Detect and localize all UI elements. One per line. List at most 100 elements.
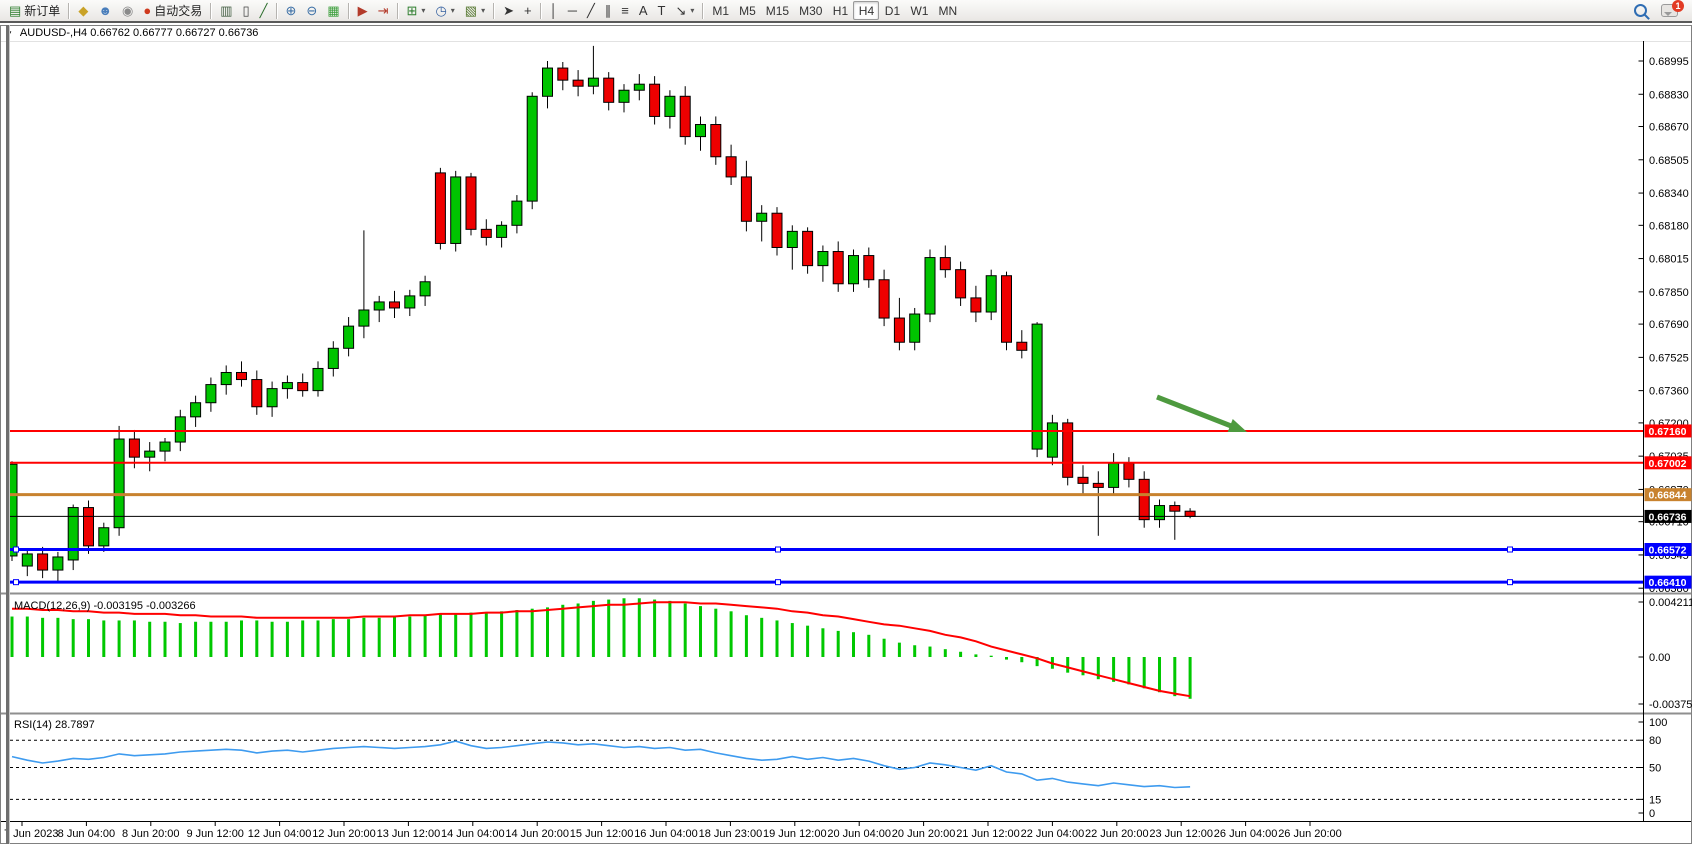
candle-body: [38, 554, 48, 570]
vertical-line-button[interactable]: │: [545, 1, 563, 20]
auto-trading-button[interactable]: ● 自动交易: [138, 1, 207, 20]
signal-button[interactable]: ◉: [117, 1, 138, 20]
chart-canvas[interactable]: 0.689950.688300.686700.685050.683400.681…: [0, 25, 1692, 844]
timeframe-m1-button[interactable]: M1: [707, 1, 734, 20]
toolbar-separator: [276, 3, 278, 19]
candle-body: [741, 177, 751, 221]
macd-bar: [378, 618, 381, 657]
text-icon: A: [639, 4, 648, 17]
candle-body: [757, 213, 767, 221]
timeframe-m5-button[interactable]: M5: [734, 1, 761, 20]
candle-body: [711, 125, 721, 157]
channel-button[interactable]: ∥: [600, 1, 617, 20]
macd-bar: [745, 615, 748, 657]
horizontal-line-button[interactable]: ─: [563, 1, 582, 20]
macd-bar: [393, 617, 396, 657]
search-icon[interactable]: [1634, 4, 1647, 17]
price-tick-label: 0.68995: [1649, 56, 1689, 68]
time-tick-label: 14 Jun 20:00: [505, 828, 569, 840]
periods-button[interactable]: ◷▾: [430, 1, 459, 20]
line-handle[interactable]: [14, 580, 19, 585]
label-icon: T: [658, 4, 666, 17]
macd-bar: [347, 619, 350, 657]
profile-icon: ☻: [98, 4, 112, 17]
chart-line-button[interactable]: ╱: [255, 1, 273, 20]
line-handle[interactable]: [776, 580, 781, 585]
macd-bar: [1005, 657, 1008, 660]
candle-body: [405, 296, 415, 308]
candle-body: [665, 96, 675, 116]
timeframe-mn-button[interactable]: MN: [933, 1, 962, 20]
cursor-button[interactable]: ➤: [498, 1, 519, 20]
tile-windows-button[interactable]: ▦: [322, 1, 344, 20]
chart-window[interactable]: 0.689950.688300.686700.685050.683400.681…: [0, 25, 1692, 844]
zoom-in-button[interactable]: ⊕: [281, 1, 302, 20]
candle-body: [191, 403, 201, 417]
auto-scroll-button[interactable]: ▶: [353, 1, 373, 20]
candle-body: [894, 318, 904, 342]
timeframe-m30-button[interactable]: M30: [794, 1, 827, 20]
chart-bars-button[interactable]: ▥: [215, 1, 237, 20]
cursor-icon: ➤: [503, 4, 514, 17]
chart-shift-button[interactable]: ⇥: [373, 1, 394, 20]
crosshair-button[interactable]: +: [519, 1, 537, 20]
zoom-out-button[interactable]: ⊖: [301, 1, 322, 20]
templates-button[interactable]: ▧▾: [460, 1, 490, 20]
macd-bar: [500, 611, 503, 657]
text-button[interactable]: A: [634, 1, 653, 20]
macd-bar: [102, 620, 105, 657]
chart-candles-button[interactable]: ▯: [238, 1, 255, 20]
price-tick-label: 0.68015: [1649, 254, 1689, 266]
price-tick-label: 0.67850: [1649, 287, 1689, 299]
candle-body: [252, 380, 262, 407]
macd-bar: [133, 620, 136, 657]
line-handle[interactable]: [776, 547, 781, 552]
macd-bar: [913, 645, 916, 657]
candle-body: [451, 177, 461, 244]
new-order-label: 新订单: [24, 2, 60, 19]
candle-body: [298, 383, 308, 391]
candle-body: [1170, 506, 1180, 512]
fibonacci-button[interactable]: ≡: [616, 1, 634, 20]
macd-bar: [362, 618, 365, 657]
macd-bar: [944, 649, 947, 657]
timeframe-h4-button[interactable]: H4: [853, 1, 879, 20]
timeframe-d1-button[interactable]: D1: [879, 1, 905, 20]
macd-bar: [1173, 657, 1176, 696]
macd-bar: [240, 620, 243, 657]
dropdown-caret-icon: ▾: [481, 6, 485, 15]
macd-bar: [470, 613, 473, 657]
line-handle[interactable]: [1508, 580, 1513, 585]
line-handle[interactable]: [14, 547, 19, 552]
indicators-icon: ⊞: [407, 4, 418, 17]
mql-editor-button[interactable]: ◆: [73, 1, 93, 20]
timeframe-m15-button[interactable]: M15: [761, 1, 794, 20]
time-tick-label: 15 Jun 12:00: [570, 828, 634, 840]
candle-body: [68, 508, 78, 560]
candle-body: [267, 389, 277, 407]
indicators-button[interactable]: ⊞▾: [402, 1, 431, 20]
candle-body: [956, 270, 966, 298]
candle-body: [634, 84, 644, 90]
time-tick-label: 26 Jun 04:00: [1214, 828, 1278, 840]
macd-bar: [867, 635, 870, 657]
candle-body: [1093, 483, 1103, 487]
candle-body: [1185, 511, 1195, 516]
candle-body: [833, 252, 843, 284]
macd-bar: [760, 618, 763, 657]
chart-frame: [1, 26, 1692, 844]
price-tick-label: 0.68670: [1649, 122, 1689, 134]
trendline-button[interactable]: ╱: [582, 1, 600, 20]
timeframe-h1-button[interactable]: H1: [827, 1, 853, 20]
arrows-button[interactable]: ↘▾: [671, 1, 700, 20]
new-order-button[interactable]: ▤ 新订单: [4, 1, 65, 20]
macd-bar: [883, 639, 886, 657]
line-handle[interactable]: [1508, 547, 1513, 552]
candle-body: [99, 528, 109, 546]
auto-trading-icon: ●: [143, 4, 151, 17]
profile-button[interactable]: ☻: [93, 1, 117, 20]
label-button[interactable]: T: [653, 1, 671, 20]
candle-body: [328, 348, 338, 368]
notifications-icon[interactable]: 1: [1661, 4, 1678, 17]
timeframe-w1-button[interactable]: W1: [905, 1, 933, 20]
